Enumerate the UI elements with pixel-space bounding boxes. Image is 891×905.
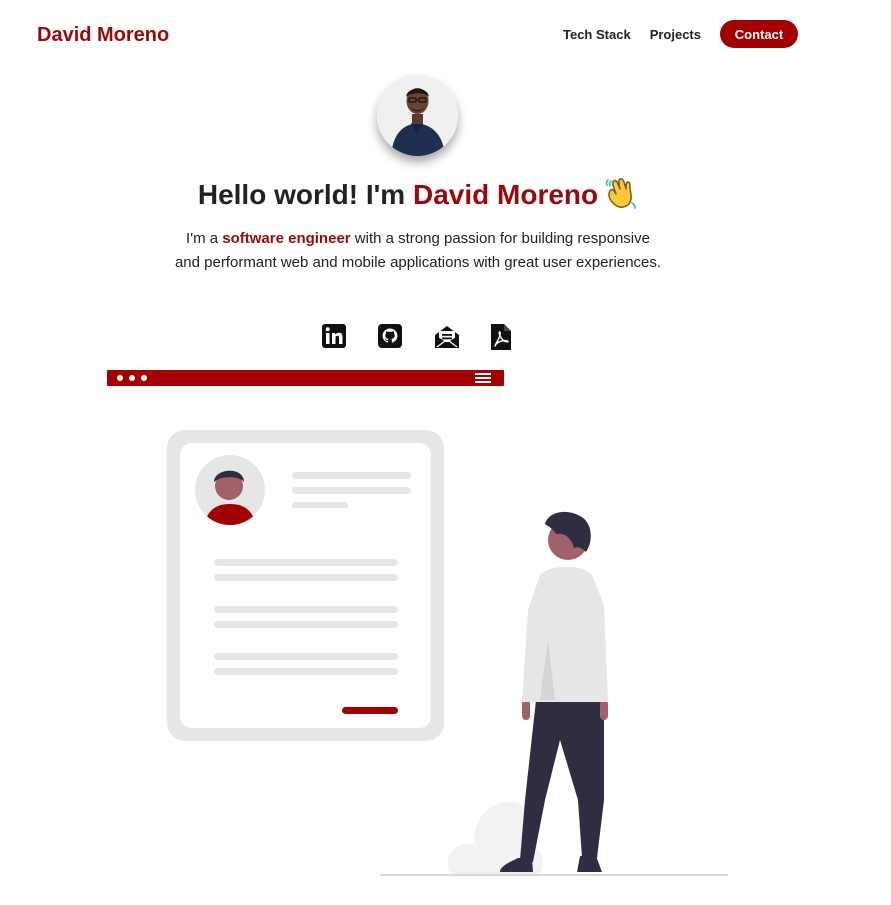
- hero-illustration: [167, 430, 728, 876]
